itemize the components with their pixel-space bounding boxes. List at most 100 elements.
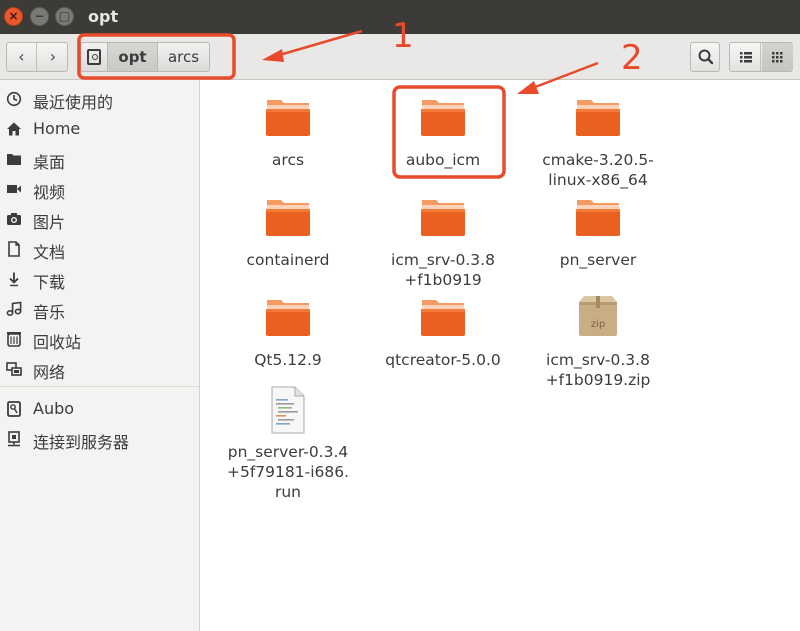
chevron-right-icon: › (49, 47, 57, 66)
desktop-folder-icon (7, 154, 21, 165)
zip-archive-icon: zip (579, 296, 617, 336)
file-item-arcs[interactable]: arcs (213, 94, 363, 169)
file-view: arcs aubo_icm cmake-3.20.5- linux-x86_64… (201, 80, 800, 631)
file-name: +f1b0919.zip (545, 371, 651, 389)
sidebar-item-downloads[interactable]: 下载 (0, 264, 200, 294)
sidebar-item-label: 网络 (33, 363, 66, 382)
download-icon (9, 272, 19, 287)
search-button[interactable] (690, 42, 720, 72)
file-item-icm-srv-zip[interactable]: zip icm_srv-0.3.8 +f1b0919.zip (523, 294, 673, 389)
sidebar: 最近使用的 Home 桌面 视频 图片 文档 下载 音乐 回收站 网络 Aubo (0, 80, 200, 631)
list-view-button[interactable] (730, 43, 761, 71)
sidebar-item-label: 音乐 (33, 303, 66, 322)
chevron-left-icon: ‹ (18, 47, 25, 66)
file-name: pn_server (559, 251, 637, 269)
navigation-buttons: ‹ › (6, 42, 68, 72)
folder-icon (266, 200, 310, 236)
sidebar-item-label: Aubo (33, 399, 75, 418)
sidebar-item-label: 下载 (33, 273, 66, 292)
file-name: icm_srv-0.3.8 (546, 351, 650, 369)
file-item-cmake[interactable]: cmake-3.20.5- linux-x86_64 (523, 94, 673, 189)
breadcrumb-arcs[interactable]: arcs (157, 42, 210, 72)
sidebar-item-home[interactable]: Home (0, 114, 200, 144)
file-item-containerd[interactable]: containerd (213, 194, 363, 269)
file-name: aubo_icm (405, 151, 481, 169)
file-name: linux-x86_64 (548, 171, 648, 189)
close-icon: × (8, 9, 19, 23)
file-name: Qt5.12.9 (254, 351, 322, 369)
file-item-pn-server-run[interactable]: pn_server-0.3.4 +5f79181-i686. run (213, 386, 363, 501)
sidebar-item-label: 连接到服务器 (33, 433, 130, 452)
file-name: qtcreator-5.0.0 (385, 351, 501, 369)
file-item-qtcreator[interactable]: qtcreator-5.0.0 (368, 294, 518, 369)
trash-icon (7, 332, 21, 347)
network-icon (6, 362, 22, 376)
sidebar-item-music[interactable]: 音乐 (0, 294, 200, 324)
sidebar-item-label: 回收站 (33, 333, 82, 352)
sidebar-item-label: Home (33, 119, 81, 138)
music-icon (6, 301, 22, 317)
file-name: run (274, 483, 302, 501)
breadcrumb-opt[interactable]: opt (107, 42, 158, 72)
breadcrumb-drive-button[interactable] (80, 42, 108, 72)
file-name: cmake-3.20.5- (542, 151, 654, 169)
sidebar-item-connect-server[interactable]: 连接到服务器 (0, 424, 200, 454)
clock-icon (6, 91, 22, 107)
video-icon (7, 185, 21, 193)
sidebar-item-documents[interactable]: 文档 (0, 234, 200, 264)
folder-icon (421, 100, 465, 136)
window-maximize-button[interactable]: □ (55, 7, 74, 26)
annotation-number-1: 1 (392, 16, 414, 56)
document-icon (8, 241, 20, 257)
folder-icon (421, 300, 465, 336)
back-button[interactable]: ‹ (7, 43, 37, 71)
maximize-icon: □ (58, 9, 71, 23)
view-mode-toggle (729, 42, 793, 72)
file-item-icm-srv[interactable]: icm_srv-0.3.8 +f1b0919 (368, 194, 518, 289)
file-name: icm_srv-0.3.8 (391, 251, 495, 269)
folder-icon (576, 200, 620, 236)
file-item-pn-server[interactable]: pn_server (523, 194, 673, 269)
sidebar-item-recent[interactable]: 最近使用的 (0, 84, 200, 114)
window-title: opt (88, 7, 119, 26)
file-item-qt5[interactable]: Qt5.12.9 (213, 294, 363, 369)
file-name: arcs (271, 151, 305, 169)
sidebar-item-label: 文档 (33, 243, 66, 262)
file-name: +f1b0919 (404, 271, 482, 289)
sidebar-item-label: 桌面 (33, 153, 66, 172)
folder-icon (421, 200, 465, 236)
camera-icon (7, 213, 21, 225)
sidebar-item-videos[interactable]: 视频 (0, 174, 200, 204)
minimize-icon: − (34, 9, 45, 23)
server-icon (8, 431, 20, 447)
search-icon (698, 49, 714, 65)
forward-button[interactable]: › (38, 43, 68, 71)
grid-view-icon (772, 52, 783, 63)
grid-view-button[interactable] (762, 43, 793, 71)
script-file-icon (271, 386, 305, 434)
drive-icon (87, 49, 101, 65)
drive-icon (7, 401, 21, 417)
window-minimize-button[interactable]: − (30, 7, 49, 26)
sidebar-item-label: 图片 (33, 213, 66, 232)
sidebar-item-network[interactable]: 网络 (0, 354, 200, 384)
sidebar-separator (0, 386, 199, 387)
folder-icon (266, 100, 310, 136)
file-name: pn_server-0.3.4 (227, 443, 349, 461)
folder-icon (266, 300, 310, 336)
home-icon (7, 122, 21, 136)
file-item-aubo-icm[interactable]: aubo_icm (368, 94, 518, 169)
sidebar-item-aubo[interactable]: Aubo (0, 394, 200, 424)
window-close-button[interactable]: × (4, 7, 23, 26)
sidebar-item-label: 视频 (33, 183, 66, 202)
sidebar-item-trash[interactable]: 回收站 (0, 324, 200, 354)
list-view-icon (740, 52, 752, 63)
annotation-number-2: 2 (621, 38, 643, 78)
zip-badge: zip (591, 319, 605, 330)
sidebar-item-label: 最近使用的 (33, 93, 114, 112)
file-name: containerd (246, 251, 330, 269)
file-name: +5f79181-i686. (226, 463, 350, 481)
sidebar-item-pictures[interactable]: 图片 (0, 204, 200, 234)
sidebar-item-desktop[interactable]: 桌面 (0, 144, 200, 174)
folder-icon (576, 100, 620, 136)
